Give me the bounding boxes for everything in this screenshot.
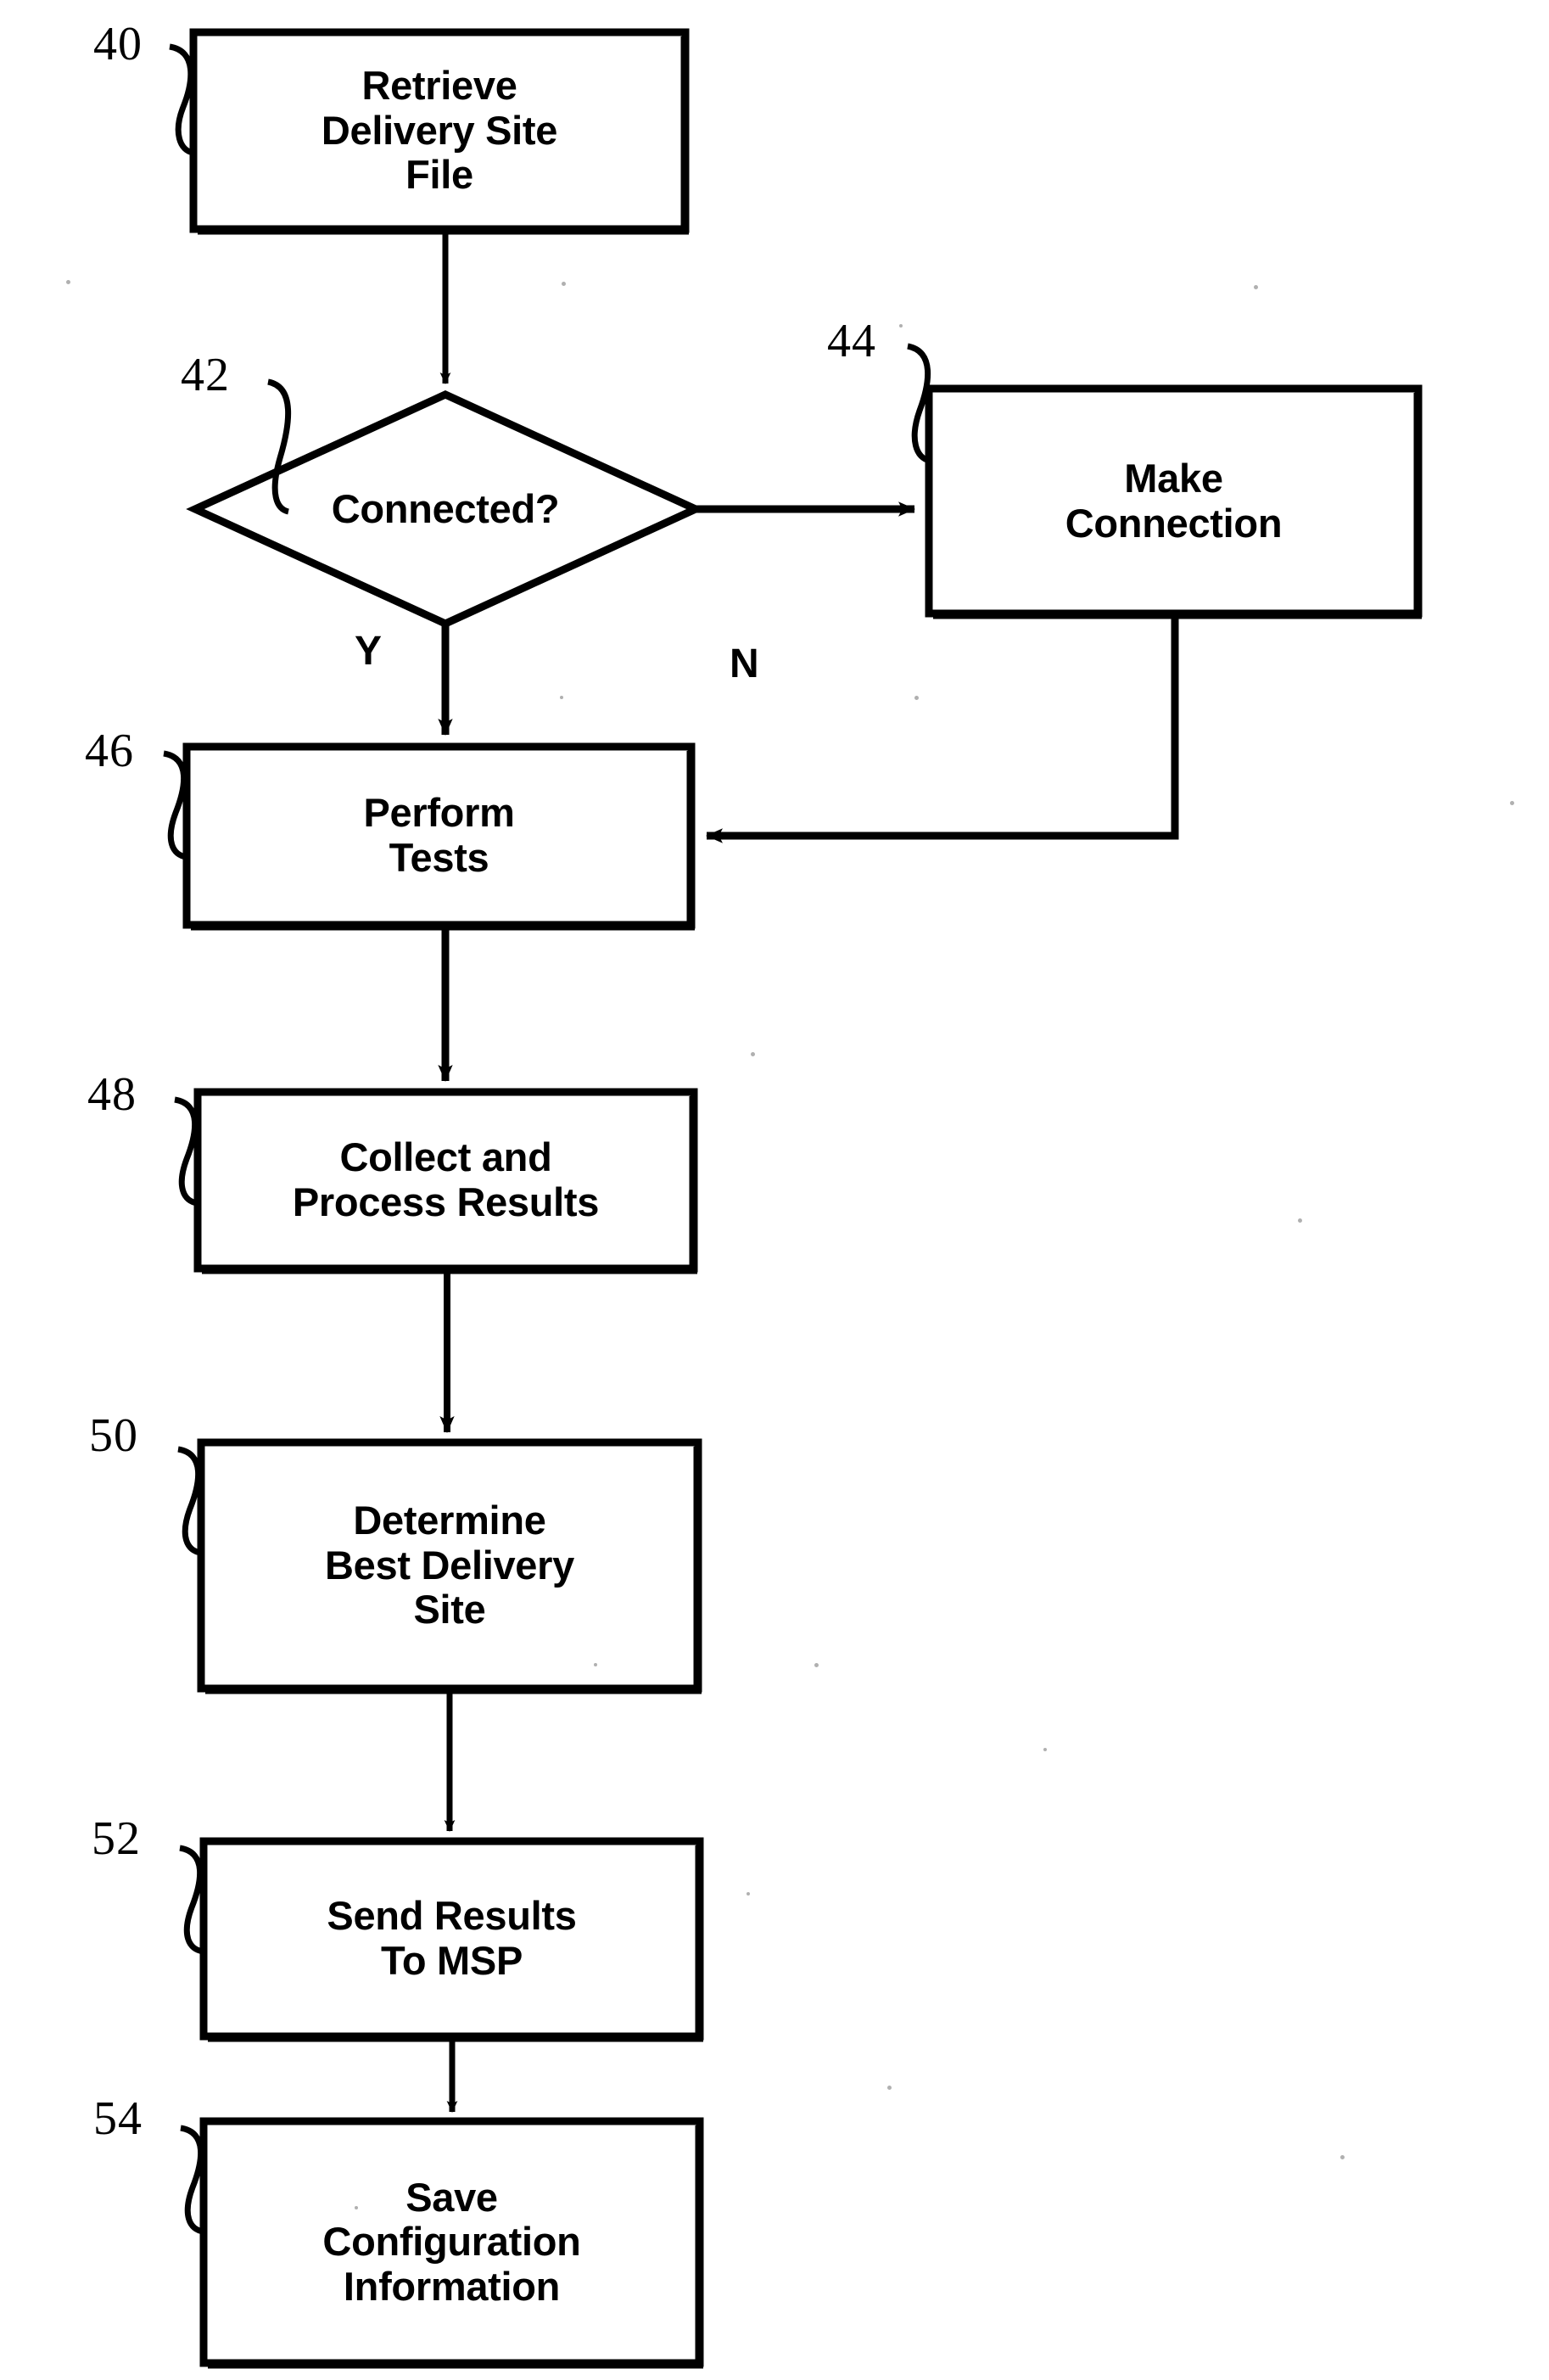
- scan-speck: [1510, 801, 1514, 805]
- scan-speck: [899, 324, 903, 328]
- reference-number-52: 52: [92, 1812, 141, 1865]
- scan-speck: [66, 280, 70, 284]
- node-shape-save-configuration-information: [199, 2117, 704, 2369]
- flowchart-canvas: [163, 28, 1423, 2369]
- edge-make-connection-to-perform-tests: [706, 613, 1179, 843]
- scan-speck: [887, 2086, 892, 2090]
- scan-speck: [914, 696, 919, 700]
- branch-label-no: N: [730, 641, 759, 686]
- node-shape-connected-decision: [186, 390, 705, 628]
- node-shape-collect-and-process-results: [193, 1088, 698, 1274]
- reference-number-48: 48: [87, 1068, 137, 1121]
- node-shape-send-results-to-msp: [199, 1837, 704, 2042]
- scan-speck: [560, 696, 563, 699]
- scan-speck: [562, 282, 566, 286]
- scan-speck: [747, 1892, 750, 1896]
- reference-number-54: 54: [93, 2092, 143, 2145]
- scan-speck: [751, 1052, 755, 1056]
- scan-speck: [814, 1663, 819, 1667]
- reference-number-46: 46: [85, 725, 134, 777]
- reference-number-40: 40: [93, 18, 143, 70]
- reference-number-44: 44: [827, 315, 876, 367]
- scan-speck: [1340, 2155, 1345, 2159]
- node-shape-perform-tests: [182, 742, 696, 931]
- scan-speck: [355, 2206, 358, 2209]
- node-shape-determine-best-delivery-site: [197, 1438, 702, 1694]
- node-shape-make-connection: [925, 384, 1423, 619]
- flowchart-figure: Retrieve Delivery Site File Connected? M…: [0, 0, 1549, 2380]
- scan-speck: [594, 1663, 597, 1666]
- scan-speck: [1254, 285, 1258, 289]
- node-shape-retrieve-delivery-site-file: [189, 28, 690, 235]
- scan-speck: [1298, 1218, 1302, 1223]
- reference-number-42: 42: [181, 349, 230, 401]
- reference-number-50: 50: [89, 1409, 138, 1462]
- scan-speck: [1043, 1748, 1047, 1751]
- branch-label-yes: Y: [355, 629, 383, 674]
